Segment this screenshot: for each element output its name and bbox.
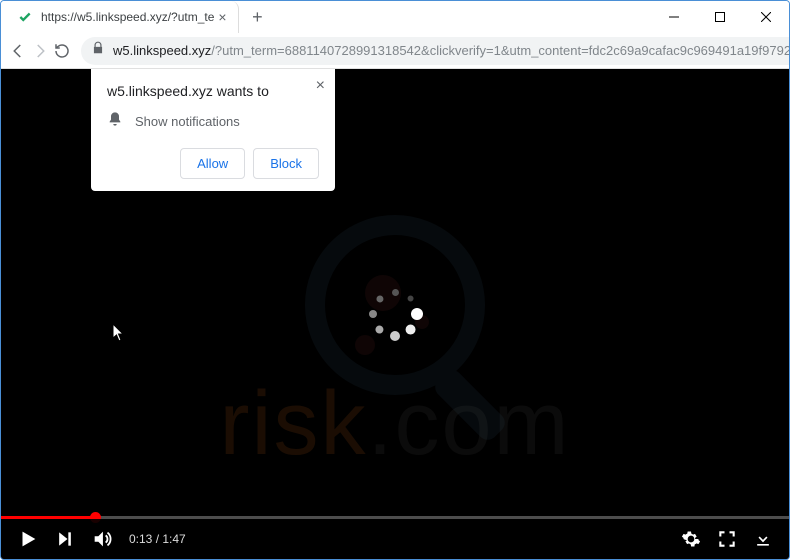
loading-spinner-icon [365, 284, 425, 344]
address-bar[interactable]: w5.linkspeed.xyz/?utm_term=6881140728991… [81, 37, 790, 65]
tab-title: https://w5.linkspeed.xyz/?utm_te [41, 10, 214, 24]
next-button[interactable] [51, 525, 79, 553]
lock-icon [91, 41, 105, 60]
duration-time: 1:47 [162, 532, 185, 546]
minimize-button[interactable] [651, 1, 697, 33]
address-text: w5.linkspeed.xyz/?utm_term=6881140728991… [113, 43, 790, 58]
page-content: risk.com × w5.linkspeed.xyz wants to Sho… [1, 69, 789, 559]
address-path: /?utm_term=6881140728991318542&clickveri… [211, 43, 790, 58]
close-icon[interactable]: × [214, 9, 230, 25]
window-close-button[interactable] [743, 1, 789, 33]
browser-tab[interactable]: https://w5.linkspeed.xyz/?utm_te × [7, 1, 239, 33]
settings-button[interactable] [677, 525, 705, 553]
checkmark-icon [17, 9, 33, 25]
allow-button[interactable]: Allow [180, 148, 245, 179]
notification-permission-popup: × w5.linkspeed.xyz wants to Show notific… [91, 69, 335, 191]
bell-icon [107, 111, 123, 132]
playback-time: 0:13 / 1:47 [129, 532, 186, 546]
forward-button[interactable] [31, 37, 49, 65]
toolbar: w5.linkspeed.xyz/?utm_term=6881140728991… [1, 33, 789, 69]
volume-button[interactable] [87, 524, 117, 554]
video-player-controls: 0:13 / 1:47 [1, 519, 789, 559]
maximize-button[interactable] [697, 1, 743, 33]
permission-title: w5.linkspeed.xyz wants to [107, 83, 319, 99]
browser-window: https://w5.linkspeed.xyz/?utm_te × + w5.… [0, 0, 790, 560]
titlebar: https://w5.linkspeed.xyz/?utm_te × + [1, 1, 789, 33]
cursor-icon [112, 323, 126, 348]
current-time: 0:13 [129, 532, 152, 546]
download-button[interactable] [749, 525, 777, 553]
new-tab-button[interactable]: + [243, 3, 271, 31]
close-icon[interactable]: × [316, 77, 325, 95]
permission-label: Show notifications [135, 114, 240, 129]
window-controls [651, 1, 789, 33]
back-button[interactable] [9, 37, 27, 65]
address-host: w5.linkspeed.xyz [113, 43, 211, 58]
reload-button[interactable] [53, 37, 71, 65]
play-button[interactable] [13, 524, 43, 554]
block-button[interactable]: Block [253, 148, 319, 179]
fullscreen-button[interactable] [713, 525, 741, 553]
watermark-text: risk.com [220, 373, 571, 476]
